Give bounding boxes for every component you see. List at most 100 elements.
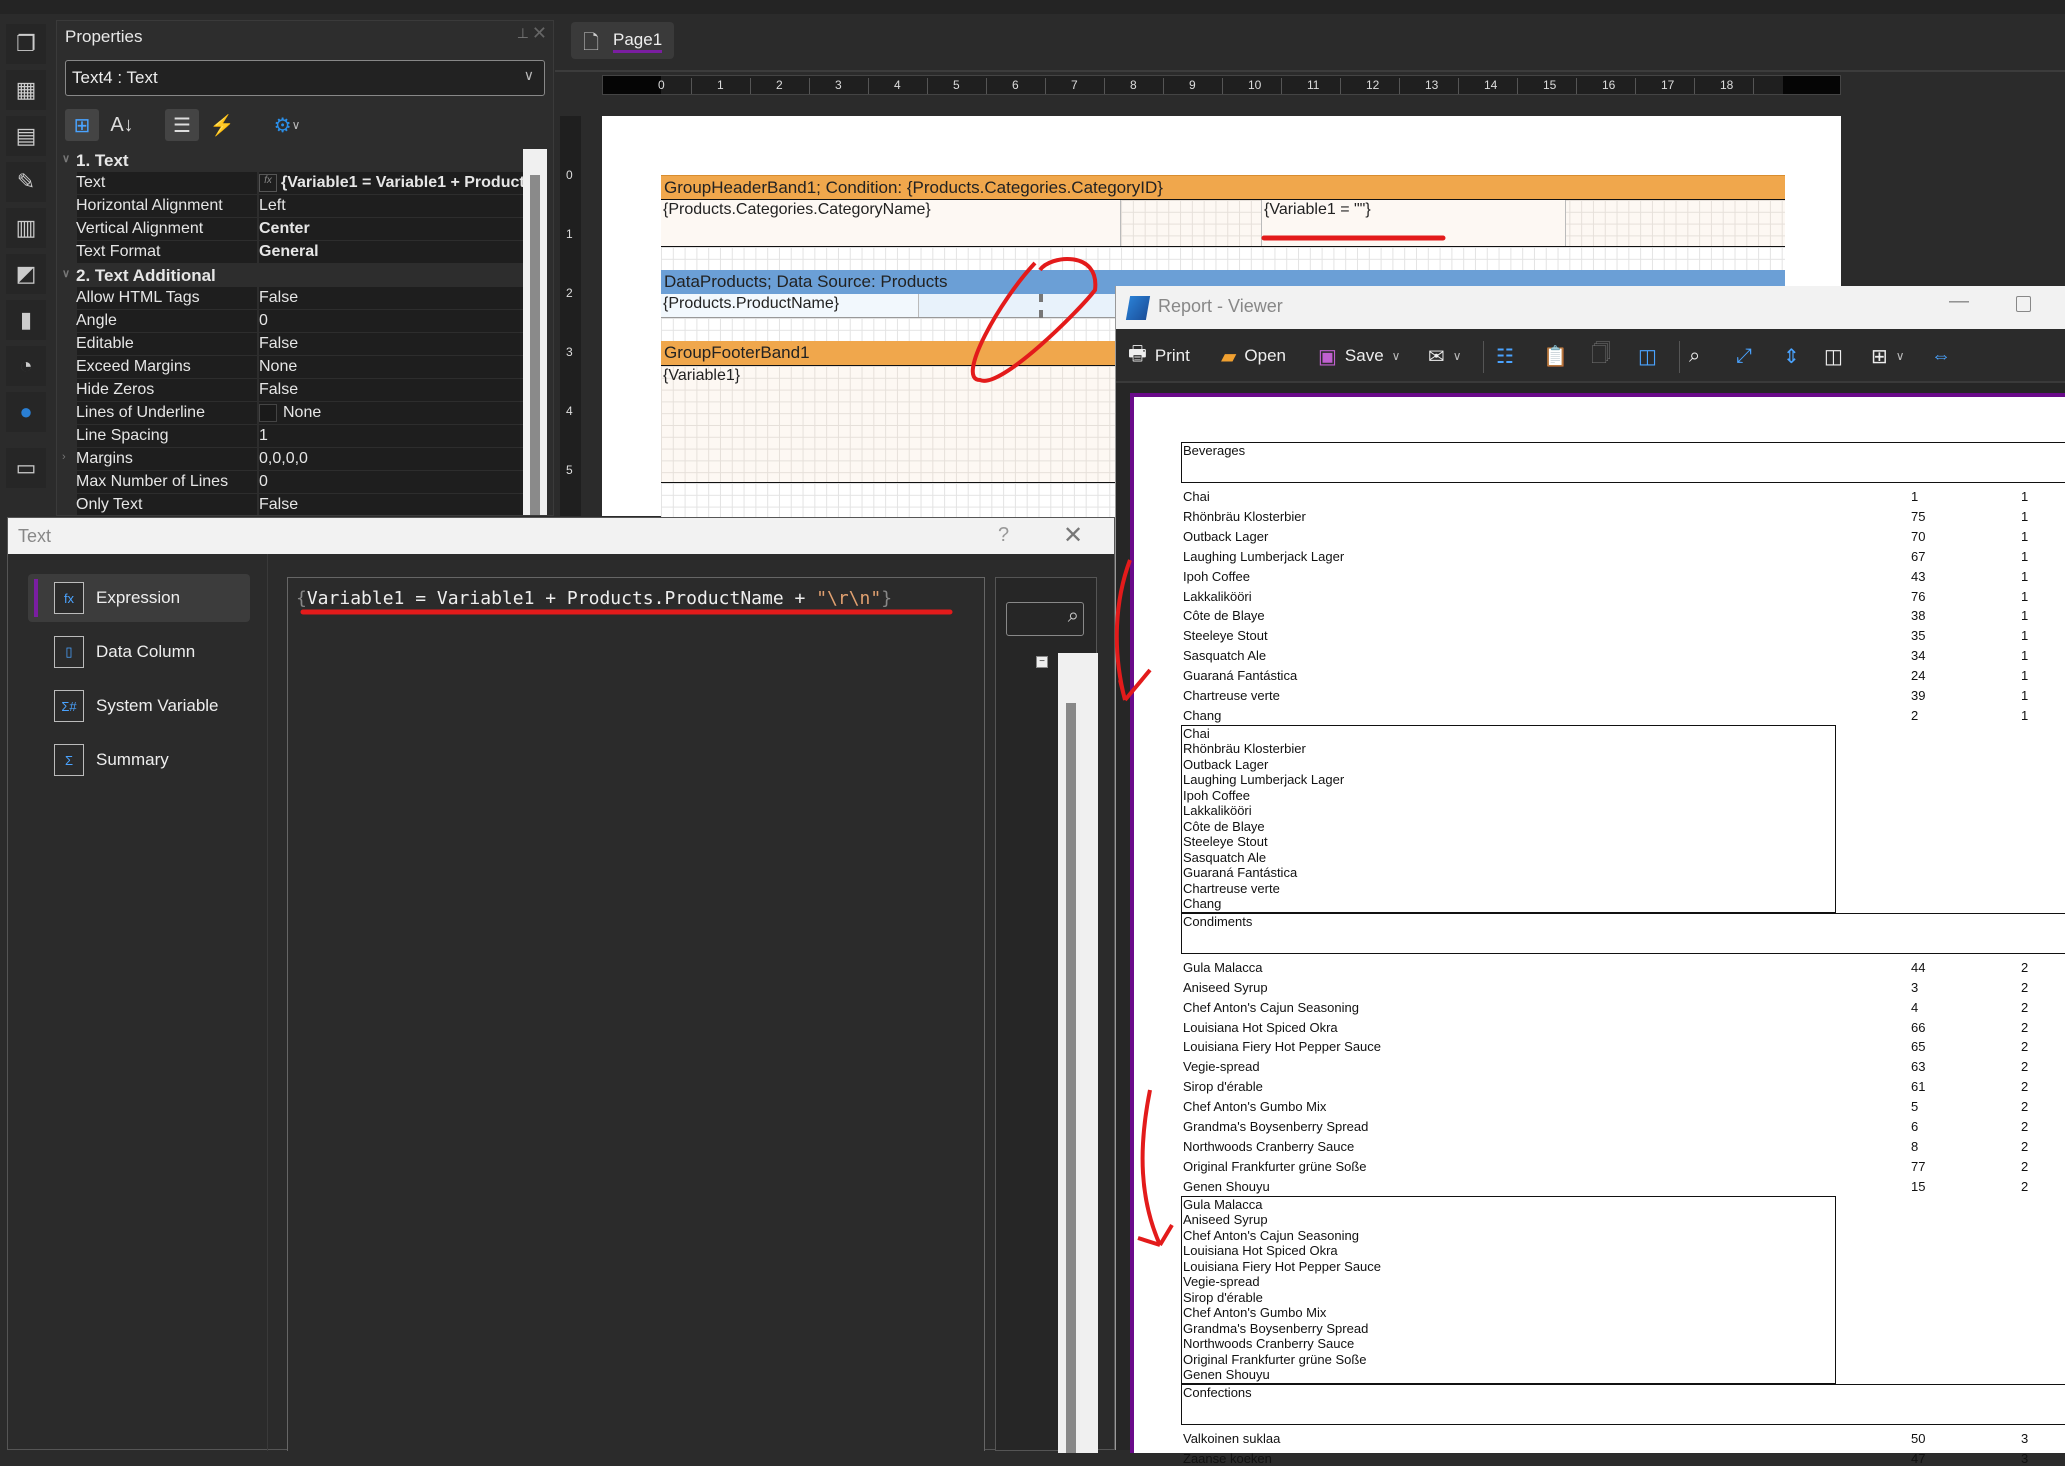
nav-item-expression[interactable]: fx Expression: [28, 574, 250, 622]
ruler-tick-label: 14: [1484, 78, 1498, 92]
settings-gear-icon[interactable]: ⚙ ∨: [263, 109, 311, 141]
pin-icon[interactable]: ⊥: [517, 25, 529, 42]
nav-item-system-variable[interactable]: Σ# System Variable: [28, 682, 250, 730]
gauge-icon[interactable]: ◔: [6, 346, 46, 386]
property-row[interactable]: Text Format General: [57, 241, 545, 264]
close-button[interactable]: ✕: [1063, 521, 1083, 550]
property-row[interactable]: Text fx {Variable1 = Variable1 + Products.…: [57, 172, 545, 195]
property-value[interactable]: False: [259, 289, 298, 307]
send-email-button[interactable]: ✉ ∨: [1428, 341, 1462, 371]
expression-editor[interactable]: {Variable1 = Variable1 + Products.Produc…: [287, 577, 985, 1451]
property-name: Horizontal Alignment: [76, 197, 223, 214]
nav-item-data-column[interactable]: ▯ Data Column: [28, 628, 250, 676]
property-value[interactable]: 0: [259, 312, 268, 330]
property-row[interactable]: Allow HTML Tags False: [57, 287, 545, 310]
color-swatch[interactable]: [259, 404, 277, 422]
variable-output-text[interactable]: {Variable1}: [661, 366, 742, 386]
property-category[interactable]: ∨ 2. Text Additional: [57, 264, 545, 287]
page-width-button[interactable]: ◫: [1824, 341, 1843, 371]
barcode-icon[interactable]: ▥: [6, 208, 46, 248]
shapes-icon[interactable]: ◩: [6, 254, 46, 294]
property-row[interactable]: › Margins 0,0,0,0: [57, 448, 545, 471]
variable-reset-text[interactable]: {Variable1 = ""}: [1261, 200, 1566, 246]
properties-scrollbar[interactable]: [523, 149, 547, 515]
property-value[interactable]: None: [259, 358, 297, 376]
report-icon[interactable]: ▭: [6, 448, 46, 488]
property-value[interactable]: None: [283, 404, 321, 422]
property-value[interactable]: 0,0,0,0: [259, 450, 308, 468]
property-row[interactable]: Angle 0: [57, 310, 545, 333]
nav-item-summary[interactable]: Σ Summary: [28, 736, 250, 784]
property-value[interactable]: False: [259, 496, 298, 514]
band-title: GroupFooterBand1: [664, 343, 810, 362]
ruler-tick: [1045, 78, 1046, 94]
resize-handle[interactable]: [1039, 294, 1045, 318]
property-value[interactable]: False: [259, 381, 298, 399]
maximize-button[interactable]: [2016, 296, 2031, 312]
category-name-text[interactable]: {Products.Categories.CategoryName}: [661, 200, 1121, 246]
save-button[interactable]: ▣ Save ∨: [1318, 341, 1400, 371]
group-header-band[interactable]: GroupHeaderBand1; Condition: {Products.C…: [661, 175, 1785, 199]
fit-width-button[interactable]: ⇔: [1931, 341, 1951, 371]
fx-icon[interactable]: fx: [259, 174, 277, 192]
property-name: Text Format: [76, 243, 161, 260]
product-name: Genen Shouyu: [1183, 1178, 1270, 1194]
product-name-text[interactable]: {Products.ProductName}: [661, 294, 919, 317]
chevron-right-icon[interactable]: ›: [62, 451, 66, 463]
component-selector[interactable]: Text4 : Text ∨: [65, 60, 545, 96]
property-value[interactable]: Center: [259, 220, 310, 238]
sort-az-icon[interactable]: A↓: [105, 109, 139, 141]
help-button[interactable]: ?: [998, 524, 1009, 547]
parameters-button[interactable]: 📋: [1543, 341, 1568, 371]
minimize-button[interactable]: —: [1949, 290, 1969, 313]
bookmarks-button[interactable]: ☷: [1496, 341, 1514, 371]
map-globe-icon[interactable]: ●: [6, 392, 46, 432]
product-name: Steeleye Stout: [1183, 628, 1268, 644]
accumulated-variable-box: Chai Rhönbräu Klosterbier Outback Lager Lau…: [1181, 724, 1836, 913]
property-value[interactable]: General: [259, 243, 319, 261]
property-value[interactable]: False: [259, 335, 298, 353]
property-row[interactable]: Vertical Alignment Center: [57, 218, 545, 241]
open-button[interactable]: ▰ Open: [1221, 341, 1286, 371]
resources-button[interactable]: ◫: [1638, 341, 1657, 371]
property-row[interactable]: Only Text False: [57, 494, 545, 515]
dialog-title: Text: [18, 526, 52, 546]
signature-icon[interactable]: ✎: [6, 162, 46, 202]
dictionary-scrollbar[interactable]: [1058, 653, 1098, 1453]
events-lightning-icon[interactable]: ⚡: [205, 109, 239, 141]
components-icon[interactable]: ▤: [6, 116, 46, 156]
property-row[interactable]: Horizontal Alignment Left: [57, 195, 545, 218]
find-button[interactable]: ⌕: [1689, 341, 1700, 371]
chevron-down-icon[interactable]: ∨: [62, 267, 70, 280]
property-row[interactable]: Editable False: [57, 333, 545, 356]
full-screen-button[interactable]: ⤢: [1736, 341, 1752, 371]
bands-icon[interactable]: ❐: [6, 24, 46, 64]
categorized-icon[interactable]: ⊞: [65, 109, 99, 141]
close-icon[interactable]: ✕: [532, 23, 547, 44]
accumulated-product-name: Chai: [1183, 725, 1210, 741]
collapse-icon[interactable]: −: [1036, 656, 1048, 668]
property-grid-icon[interactable]: ☰: [165, 109, 199, 141]
property-value[interactable]: 1: [259, 427, 268, 445]
ruler-tick-label: 8: [1130, 78, 1137, 92]
property-value[interactable]: Left: [259, 197, 286, 215]
property-row[interactable]: Lines of Underline None: [57, 402, 545, 425]
expression-text[interactable]: {Variable1 = Variable1 + Products.Produc…: [296, 588, 892, 609]
property-category[interactable]: ∨ 1. Text: [57, 149, 545, 172]
nav-label: Summary: [96, 750, 169, 769]
property-value[interactable]: 0: [259, 473, 268, 491]
property-row[interactable]: Line Spacing 1: [57, 425, 545, 448]
print-button[interactable]: 🖶 Print: [1128, 341, 1190, 371]
property-value[interactable]: {Variable1 = Variable1 + Products.Produc…: [281, 174, 545, 192]
chevron-down-icon[interactable]: ∨: [62, 152, 70, 165]
chart-icon[interactable]: ▮: [6, 300, 46, 340]
cross-bands-icon[interactable]: ▦: [6, 70, 46, 110]
dictionary-search[interactable]: ⌕: [1006, 602, 1084, 636]
property-row[interactable]: Max Number of Lines 0: [57, 471, 545, 494]
view-mode-button[interactable]: ⊞ ∨: [1871, 341, 1905, 371]
page-height-button[interactable]: ⇕: [1783, 341, 1800, 371]
property-row[interactable]: Exceed Margins None: [57, 356, 545, 379]
property-row[interactable]: Hide Zeros False: [57, 379, 545, 402]
tab-page1[interactable]: 🗋 Page1: [571, 22, 674, 59]
thumbnails-button[interactable]: 🗍: [1591, 341, 1611, 371]
